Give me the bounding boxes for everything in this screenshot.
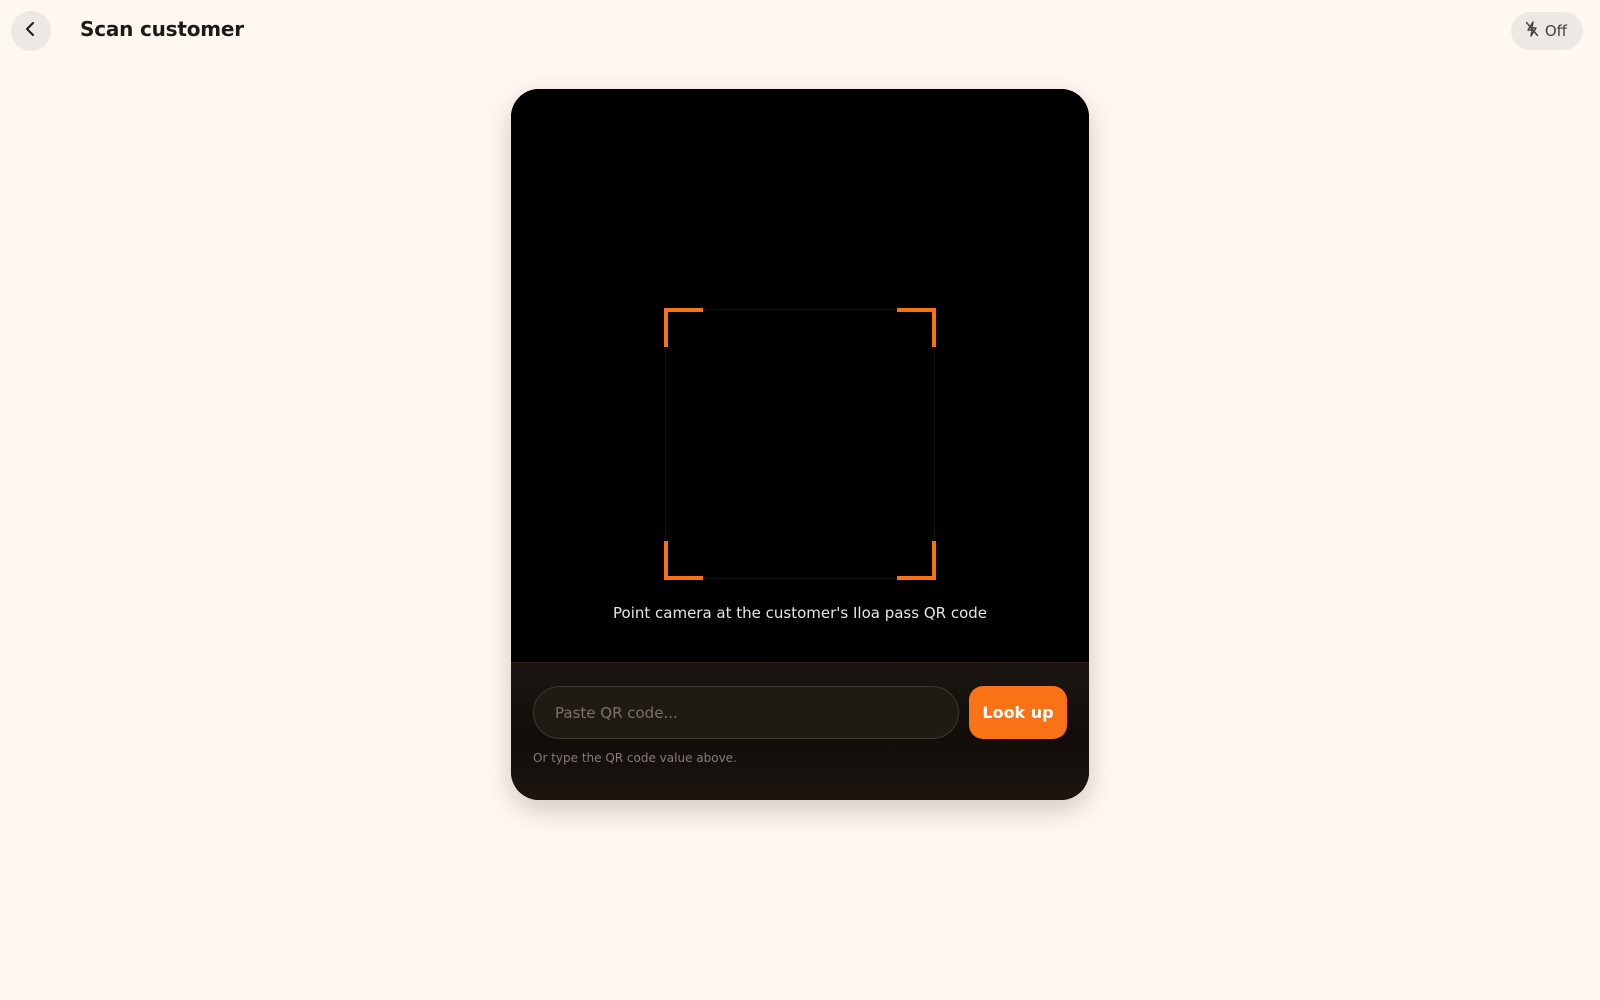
chevron-left-icon [22,20,40,42]
scan-hint: Point camera at the customer's Iloa pass… [613,604,987,622]
scan-frame-corner-top-right [897,308,936,347]
flash-state-label: Off [1544,22,1567,40]
scan-frame [664,308,936,580]
helper-text: Or type the QR code value above. [533,751,737,765]
look-up-button[interactable]: Look up [969,686,1067,739]
manual-entry-panel: Look up Or type the QR code value above. [511,662,1089,800]
scan-frame-corner-bottom-right [897,541,936,580]
qr-code-input[interactable] [533,686,959,739]
flash-toggle-button[interactable]: Off [1510,12,1583,50]
back-button[interactable] [11,11,51,51]
page-title: Scan customer [80,17,244,41]
scan-frame-corner-bottom-left [664,541,703,580]
scan-frame-corner-top-left [664,308,703,347]
scanner-card: Point camera at the customer's Iloa pass… [511,89,1089,800]
flash-off-icon [1525,21,1539,41]
camera-viewfinder: Point camera at the customer's Iloa pass… [511,89,1089,662]
